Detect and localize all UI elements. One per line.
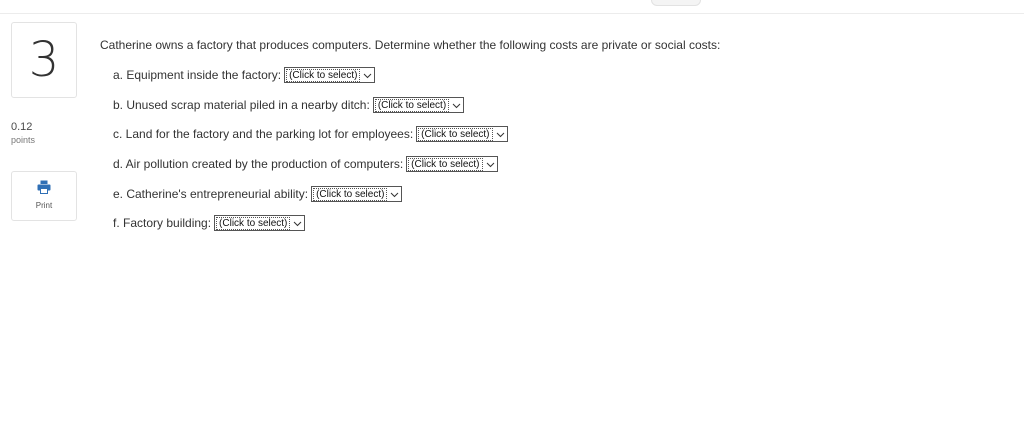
chevron-down-icon [486, 162, 494, 167]
item-d-select[interactable]: (Click to select) [406, 156, 498, 172]
item-label: a. Equipment inside the factory: [113, 68, 282, 82]
chevron-down-icon [452, 103, 461, 108]
select-value: (Click to select) [418, 127, 493, 141]
item-a: a. Equipment inside the factory: (Click … [113, 67, 376, 83]
item-e: e. Catherine's entrepreneurial ability: … [113, 186, 403, 202]
printer-icon [37, 180, 51, 194]
item-c-select[interactable]: (Click to select) [416, 126, 508, 142]
select-value: (Click to select) [286, 68, 361, 82]
chevron-down-icon [496, 132, 504, 137]
select-value: (Click to select) [374, 98, 450, 112]
item-f: f. Factory building: (Click to select) [113, 215, 306, 231]
chevron-down-icon [294, 221, 302, 226]
select-value: (Click to select) [313, 187, 388, 201]
item-label: c. Land for the factory and the parking … [113, 127, 414, 141]
select-value: (Click to select) [216, 216, 291, 230]
top-bar [0, 0, 1024, 14]
item-label: e. Catherine's entrepreneurial ability: [113, 187, 309, 201]
item-f-select[interactable]: (Click to select) [214, 215, 306, 231]
print-label: Print [35, 201, 53, 210]
print-button[interactable]: Print [11, 171, 77, 221]
item-d: d. Air pollution created by the producti… [113, 156, 498, 172]
item-label: b. Unused scrap material piled in a near… [113, 98, 370, 112]
points-value: 0.12 [11, 121, 33, 133]
item-b: b. Unused scrap material piled in a near… [113, 97, 465, 113]
item-a-select[interactable]: (Click to select) [284, 67, 376, 83]
question-prompt: Catherine owns a factory that produces c… [100, 38, 721, 52]
points-label: points [11, 135, 36, 145]
item-b-select[interactable]: (Click to select) [372, 97, 465, 113]
question-number: 3 [11, 22, 77, 98]
top-tab[interactable] [651, 0, 701, 6]
item-label: d. Air pollution created by the producti… [113, 157, 404, 171]
item-label: f. Factory building: [113, 216, 212, 230]
item-c: c. Land for the factory and the parking … [113, 126, 508, 142]
chevron-down-icon [391, 192, 399, 197]
chevron-down-icon [364, 73, 372, 78]
select-value: (Click to select) [408, 157, 483, 171]
points-block: 0.12 points [11, 121, 35, 146]
item-e-select[interactable]: (Click to select) [311, 186, 403, 202]
